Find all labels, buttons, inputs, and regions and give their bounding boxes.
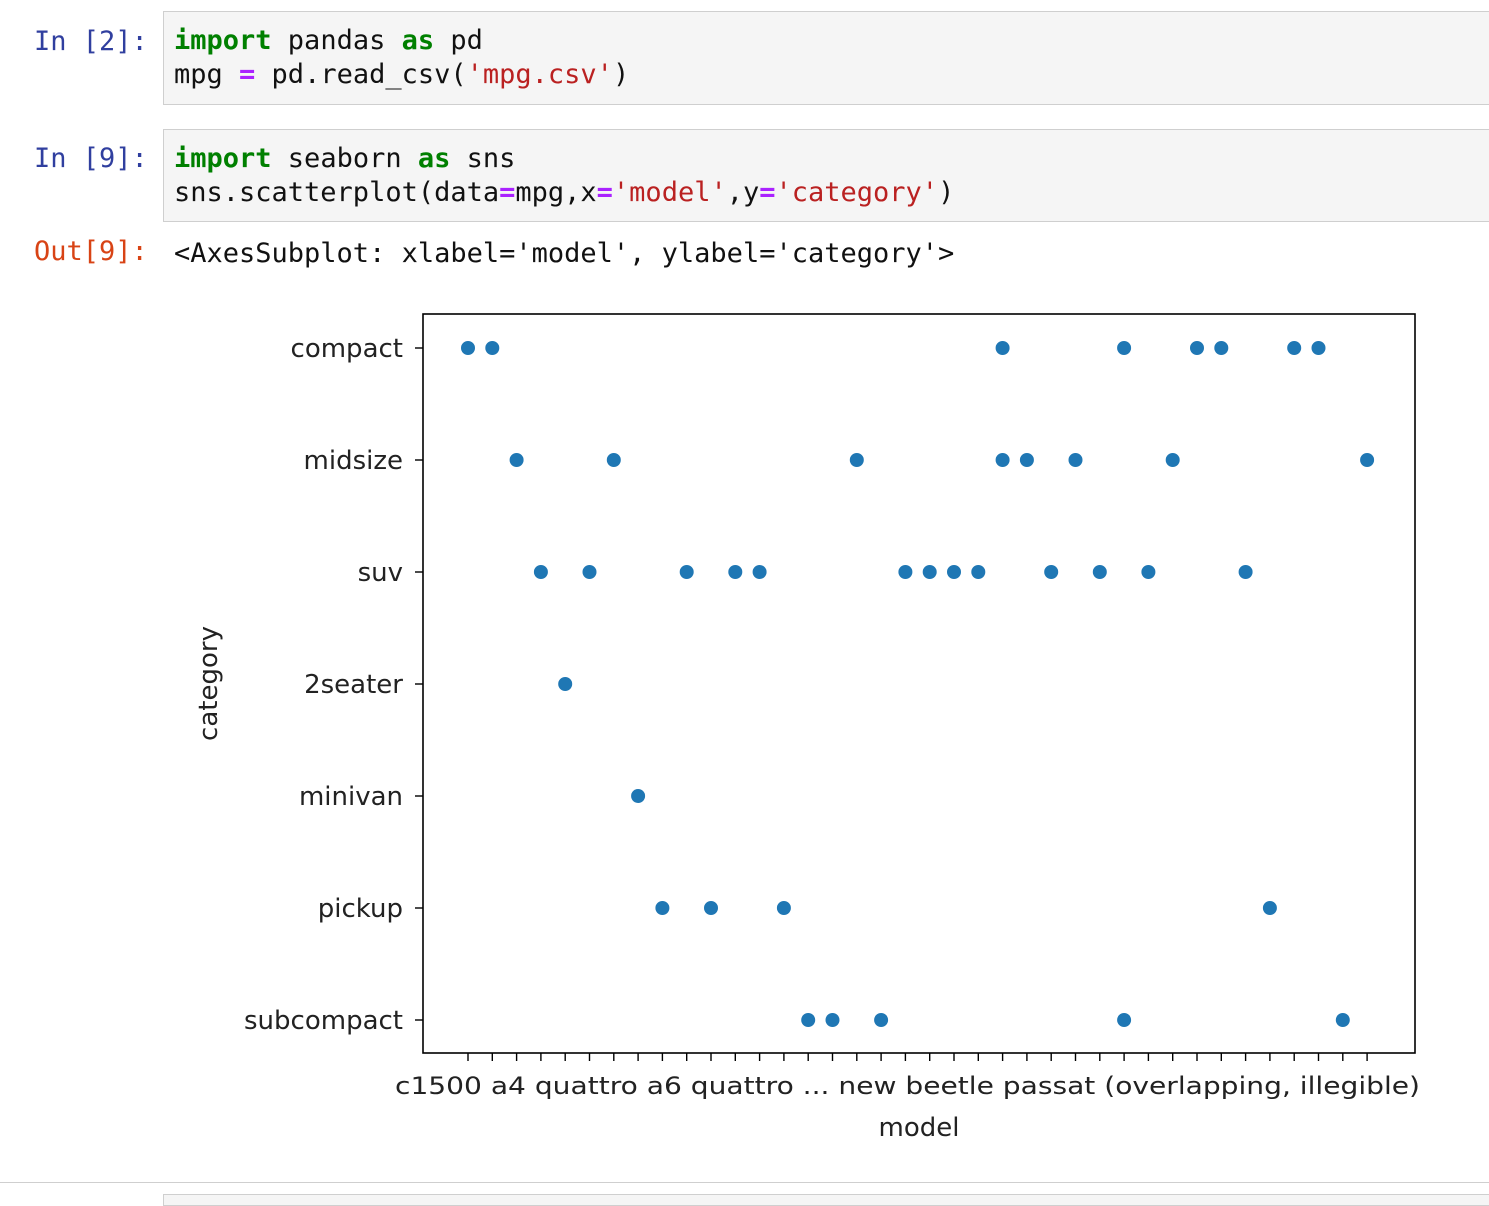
scatter-point [1043,564,1060,580]
scatter-point [1018,452,1035,468]
scatter-point [751,564,768,580]
y-tick-label: 2seater [304,670,403,700]
scatter-point [848,452,865,468]
next-cell-editor[interactable] [163,1194,1489,1206]
y-axis-label: category [194,626,224,741]
scatter-point [557,676,574,692]
y-tick-label: midsize [304,446,403,476]
scatter-point [1261,900,1278,916]
scatter-point [1213,340,1230,356]
scatter-point [1189,340,1205,356]
scatter-point [508,452,525,468]
scatter-point [727,564,744,580]
scatter-point [873,1012,890,1028]
x-tick-labels: c1500 a4 quattro a6 quattro ... new beet… [395,1072,1420,1100]
y-tick-label: subcompact [244,1006,403,1036]
scatter-point [994,452,1011,468]
scatter-point [1310,340,1327,356]
scatter-point [581,564,598,580]
y-tick-label: suv [358,558,403,588]
scatter-point [897,564,914,580]
scatter-point [775,900,792,916]
x-axis-label: model [879,1113,960,1143]
scatter-point [678,564,695,580]
scatter-point [1237,564,1254,580]
scatter-point [970,564,987,580]
scatter-point [921,564,938,580]
y-tick-label: minivan [299,782,403,812]
scatter-point [1116,1012,1133,1028]
scatter-point [1116,340,1133,356]
scatter-point [946,564,962,580]
scatter-point [1140,564,1157,580]
plot-points [460,340,1376,1028]
next-cell-divider [0,1182,1489,1183]
scatter-point [800,1012,817,1028]
scatter-plot: compact midsize suv 2seater minivan pickup sub… [194,313,1420,1143]
scatter-point [1067,452,1084,468]
scatter-point [630,788,647,804]
scatter-point [1334,1012,1351,1028]
scatter-point [1091,564,1108,580]
scatter-point [532,564,549,580]
scatter-point [703,900,719,916]
scatter-point [484,340,501,356]
scatter-point [1286,340,1303,356]
scatter-point [654,900,671,916]
scatter-point [994,340,1011,356]
scatter-point [1359,452,1376,468]
y-tick-label: compact [291,334,403,364]
scatter-point [824,1012,841,1028]
scatter-point [605,452,622,468]
scatter-point [460,340,476,356]
y-tick-label: pickup [318,894,403,924]
scatter-point [1164,452,1181,468]
